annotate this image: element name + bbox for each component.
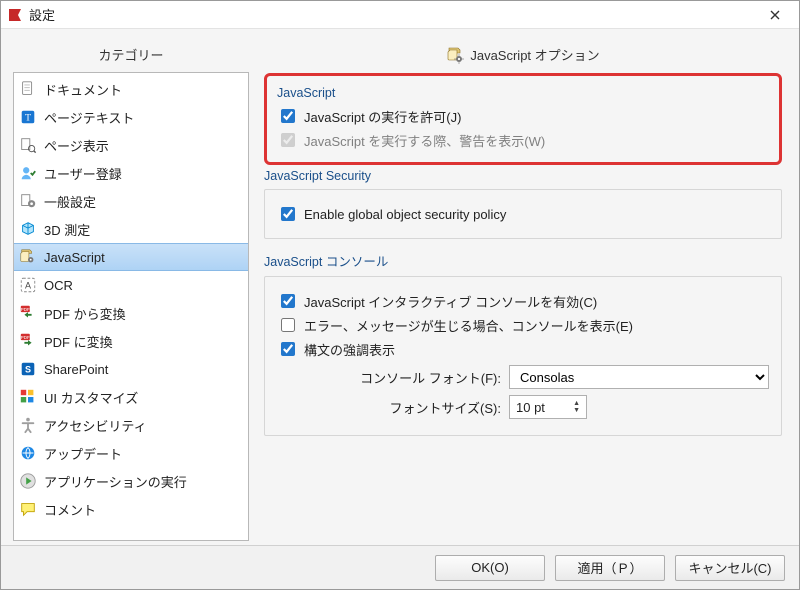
category-label: ドキュメント [44, 80, 122, 99]
category-icon [18, 135, 38, 155]
javascript-group-highlight: JavaScript JavaScript の実行を許可(J) JavaScri… [264, 73, 782, 165]
category-item[interactable]: JavaScript [14, 243, 248, 271]
svg-text:PDF: PDF [21, 307, 30, 312]
window-title: 設定 [29, 5, 757, 24]
warn-javascript-label: JavaScript を実行する際、警告を表示(W) [304, 131, 545, 150]
svg-text:S: S [25, 365, 31, 375]
category-label: PDF に変換 [44, 332, 113, 351]
apply-button[interactable]: 適用（Ｐ） [555, 555, 665, 581]
category-icon: S [18, 359, 38, 379]
ok-button[interactable]: OK(O) [435, 555, 545, 581]
global-security-label: Enable global object security policy [304, 207, 506, 222]
enable-javascript-label: JavaScript の実行を許可(J) [304, 107, 461, 126]
category-item[interactable]: アクセシビリティ [14, 411, 248, 439]
group-title-javascript: JavaScript [277, 86, 769, 100]
category-icon [18, 247, 38, 267]
category-item[interactable]: 3D 測定 [14, 215, 248, 243]
syntax-highlight-checkbox[interactable] [281, 342, 295, 356]
category-label: アプリケーションの実行 [44, 472, 187, 491]
category-icon [18, 191, 38, 211]
dialog-footer: OK(O) 適用（Ｐ） キャンセル(C) [1, 545, 799, 589]
options-header-label: JavaScript オプション [470, 45, 599, 64]
category-item[interactable]: アプリケーションの実行 [14, 467, 248, 495]
font-size-label: フォントサイズ(S): [277, 398, 501, 417]
category-icon: A [18, 275, 38, 295]
show-on-error-checkbox[interactable] [281, 318, 295, 332]
category-icon [18, 415, 38, 435]
spin-arrows[interactable]: ▲ ▼ [573, 400, 580, 414]
category-icon [18, 387, 38, 407]
category-label: 一般設定 [44, 192, 96, 211]
group-title-console: JavaScript コンソール [264, 251, 782, 270]
category-label: 3D 測定 [44, 220, 90, 239]
category-item[interactable]: A OCR [14, 271, 248, 299]
category-header: カテゴリー [13, 41, 249, 72]
category-item[interactable]: ページ表示 [14, 131, 248, 159]
category-label: ページ表示 [44, 136, 109, 155]
category-label: UI カスタマイズ [44, 388, 138, 407]
app-icon [7, 7, 23, 23]
options-header: JavaScript オプション [259, 41, 787, 72]
global-security-checkbox[interactable] [281, 207, 295, 221]
category-item[interactable]: PDF PDF から変換 [14, 299, 248, 327]
category-item[interactable]: PDF PDF に変換 [14, 327, 248, 355]
interactive-console-checkbox[interactable] [281, 294, 295, 308]
category-item[interactable]: アップデート [14, 439, 248, 467]
category-icon: T [18, 107, 38, 127]
category-item[interactable]: T ページテキスト [14, 103, 248, 131]
cancel-button[interactable]: キャンセル(C) [675, 555, 785, 581]
category-icon: PDF [18, 303, 38, 323]
category-icon: PDF [18, 331, 38, 351]
category-item[interactable]: ドキュメント [14, 75, 248, 103]
category-item[interactable]: ユーザー登録 [14, 159, 248, 187]
close-button[interactable] [757, 1, 793, 28]
svg-text:T: T [25, 113, 31, 124]
titlebar: 設定 [1, 1, 799, 29]
show-on-error-label: エラー、メッセージが生じる場合、コンソールを表示(E) [304, 316, 633, 335]
category-item[interactable]: UI カスタマイズ [14, 383, 248, 411]
category-item[interactable]: コメント [14, 495, 248, 523]
category-item[interactable]: 一般設定 [14, 187, 248, 215]
category-list[interactable]: ドキュメント T ページテキストページ表示ユーザー登録一般設定 3D 測定 JavaSc… [13, 72, 249, 541]
category-label: ユーザー登録 [44, 164, 122, 183]
category-label: SharePoint [44, 362, 108, 377]
svg-text:A: A [25, 281, 31, 291]
font-size-spinner[interactable]: 10 pt ▲ ▼ [509, 395, 587, 419]
category-label: アクセシビリティ [44, 416, 147, 435]
console-font-select[interactable]: Consolas [509, 365, 769, 389]
category-label: PDF から変換 [44, 304, 126, 323]
scroll-gear-icon [446, 46, 464, 64]
console-font-label: コンソール フォント(F): [277, 368, 501, 387]
category-icon [18, 79, 38, 99]
chevron-down-icon: ▼ [573, 407, 580, 414]
category-icon [18, 499, 38, 519]
category-label: アップデート [44, 444, 122, 463]
enable-javascript-checkbox[interactable] [281, 109, 295, 123]
font-size-value: 10 pt [516, 400, 545, 415]
group-title-security: JavaScript Security [264, 169, 782, 183]
category-icon [18, 219, 38, 239]
chevron-up-icon: ▲ [573, 400, 580, 407]
category-icon [18, 163, 38, 183]
category-label: ページテキスト [44, 108, 134, 127]
category-icon [18, 471, 38, 491]
interactive-console-label: JavaScript インタラクティブ コンソールを有効(C) [304, 292, 597, 311]
warn-javascript-checkbox [281, 133, 295, 147]
category-label: OCR [44, 278, 73, 293]
category-icon [18, 443, 38, 463]
category-item[interactable]: S SharePoint [14, 355, 248, 383]
svg-text:PDF: PDF [21, 335, 30, 340]
category-label: JavaScript [44, 250, 105, 265]
syntax-highlight-label: 構文の強調表示 [304, 340, 395, 359]
category-label: コメント [44, 500, 96, 519]
